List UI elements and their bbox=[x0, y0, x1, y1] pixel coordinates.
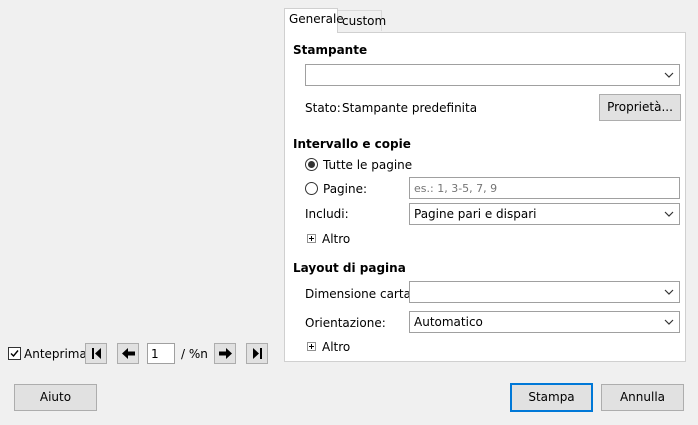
expand-plus-icon[interactable] bbox=[307, 234, 316, 243]
general-tab-panel: Stampante Stato: Stampante predefinita P… bbox=[284, 32, 686, 362]
include-select[interactable]: Pagine pari e dispari bbox=[409, 203, 680, 225]
properties-button-label: Proprietà... bbox=[607, 100, 673, 114]
tab-generale[interactable]: Generale bbox=[284, 8, 344, 33]
include-label: Includi: bbox=[305, 207, 349, 221]
paper-size-select[interactable] bbox=[409, 281, 680, 303]
arrow-right-icon bbox=[219, 348, 232, 359]
print-button[interactable]: Stampa bbox=[510, 383, 593, 412]
layout-more-expander[interactable]: Altro bbox=[322, 340, 350, 354]
tab-generale-label: Generale bbox=[289, 12, 344, 26]
orientation-value: Automatico bbox=[414, 315, 483, 329]
include-select-value: Pagine pari e dispari bbox=[414, 207, 537, 221]
last-page-icon bbox=[253, 348, 262, 359]
printer-status-label: Stato: bbox=[305, 101, 341, 115]
range-section-title: Intervallo e copie bbox=[293, 137, 411, 151]
page-total-label: / %n bbox=[181, 347, 208, 361]
chevron-down-icon bbox=[664, 72, 674, 78]
orientation-label: Orientazione: bbox=[305, 316, 386, 330]
last-page-button[interactable] bbox=[246, 343, 268, 364]
layout-section-title: Layout di pagina bbox=[293, 261, 406, 275]
tab-custom-label: custom bbox=[342, 14, 387, 28]
cancel-button[interactable]: Annulla bbox=[601, 384, 684, 411]
radio-selected-dot bbox=[308, 161, 315, 168]
all-pages-label: Tutte le pagine bbox=[323, 158, 413, 172]
previous-page-button[interactable] bbox=[117, 343, 139, 364]
properties-button[interactable]: Proprietà... bbox=[599, 94, 681, 121]
page-number-input[interactable] bbox=[147, 343, 175, 364]
expand-plus-icon[interactable] bbox=[307, 342, 316, 351]
pages-radio[interactable] bbox=[305, 182, 318, 195]
pages-input[interactable] bbox=[409, 177, 680, 199]
chevron-down-icon bbox=[664, 289, 674, 295]
print-button-label: Stampa bbox=[528, 390, 575, 404]
checkmark-icon bbox=[10, 350, 19, 358]
all-pages-radio[interactable] bbox=[305, 158, 318, 171]
arrow-left-icon bbox=[122, 348, 135, 359]
first-page-button[interactable] bbox=[85, 343, 107, 364]
chevron-down-icon bbox=[664, 211, 674, 217]
help-button-label: Aiuto bbox=[39, 390, 72, 404]
printer-section-title: Stampante bbox=[293, 43, 368, 57]
preview-checkbox[interactable] bbox=[8, 347, 21, 360]
paper-size-label: Dimensione carta: bbox=[305, 287, 415, 301]
chevron-down-icon bbox=[664, 319, 674, 325]
printer-status-value: Stampante predefinita bbox=[342, 101, 478, 115]
pages-label: Pagine: bbox=[323, 182, 368, 196]
range-more-expander[interactable]: Altro bbox=[322, 232, 350, 246]
orientation-select[interactable]: Automatico bbox=[409, 311, 680, 333]
cancel-button-label: Annulla bbox=[619, 390, 666, 404]
next-page-button[interactable] bbox=[214, 343, 236, 364]
tab-custom[interactable]: custom bbox=[337, 10, 386, 31]
preview-checkbox-label: Anteprima bbox=[24, 347, 87, 361]
first-page-icon bbox=[92, 348, 101, 359]
printer-select[interactable] bbox=[305, 64, 680, 86]
help-button[interactable]: Aiuto bbox=[14, 384, 97, 411]
